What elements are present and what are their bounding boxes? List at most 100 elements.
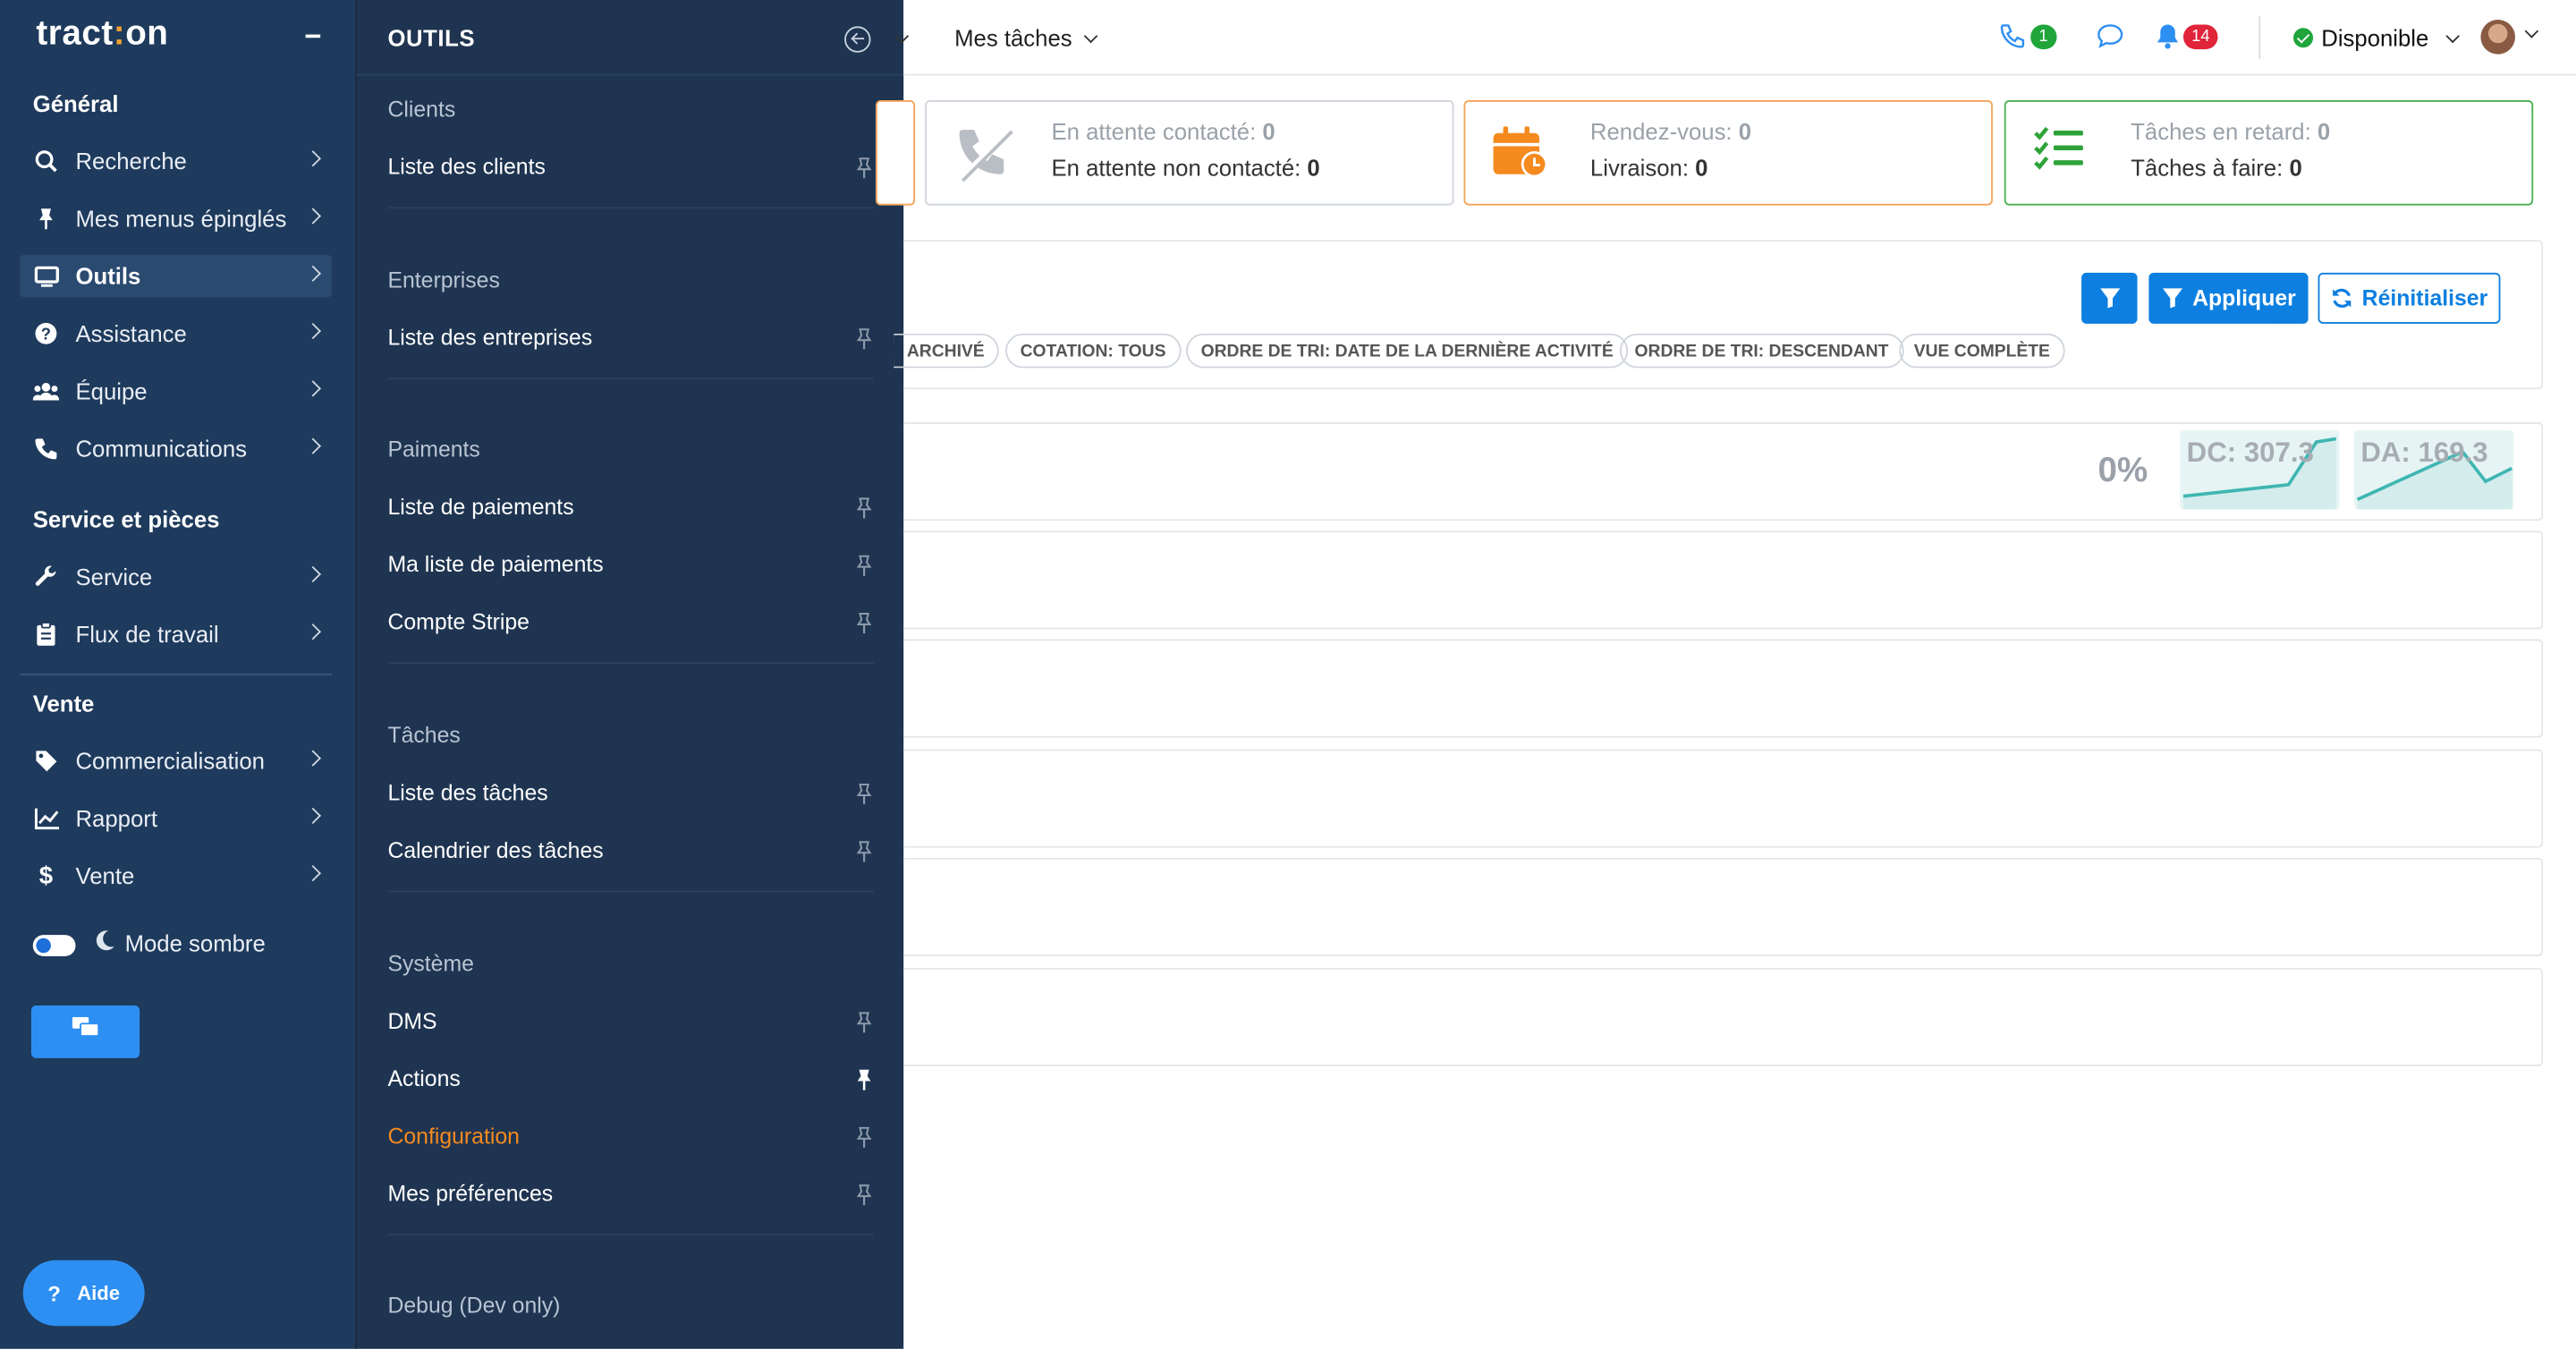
collapse-sidebar-icon[interactable]	[302, 20, 326, 43]
sidebar-item-communications[interactable]: Communications	[20, 428, 332, 471]
sidebar-item-label: Rapport	[75, 804, 157, 832]
flyout-item[interactable]: Calendrier des tâches	[387, 837, 874, 863]
pin-icon[interactable]	[854, 1125, 874, 1149]
flyout-item[interactable]: Liste des entreprises	[387, 326, 874, 351]
top-bar: Mes tâches 1 14 Disponible	[894, 0, 2576, 76]
pin-icon[interactable]	[854, 782, 874, 805]
section-service: Service et pièces	[32, 505, 220, 533]
stat-card-waiting[interactable]: En attente contacté: 0 En attente non co…	[925, 100, 1454, 206]
card-label: En attente contacté:	[1051, 118, 1257, 145]
sidebar-item-assistance[interactable]: ? Assistance	[20, 312, 332, 355]
pin-icon[interactable]	[854, 1068, 874, 1091]
back-arrow-icon[interactable]	[844, 26, 871, 53]
main-sidebar: tract:on Général Recherche Mes menus épi…	[0, 0, 355, 1349]
card-line-1: Tâches en retard: 0	[2131, 118, 2330, 144]
phone-slash-icon	[953, 125, 1018, 192]
sidebar-item-rapport[interactable]: Rapport	[20, 797, 332, 840]
card-value: 0	[1695, 154, 1708, 182]
filter-chip[interactable]: VUE COMPLÈTE	[1899, 333, 2065, 369]
flyout-section-0: Clients	[387, 97, 456, 122]
reset-label: Réinitialiser	[2361, 285, 2488, 311]
flyout-item[interactable]: Liste des tâches	[387, 780, 874, 805]
flyout-item[interactable]: Actions	[387, 1066, 874, 1091]
flyout-item-label: Calendrier des tâches	[387, 837, 604, 863]
pin-icon[interactable]	[854, 1011, 874, 1034]
phone-button[interactable]	[1999, 23, 2025, 58]
pin-icon[interactable]	[854, 611, 874, 634]
stat-card-tasks[interactable]: Tâches en retard: 0 Tâches à faire: 0	[2004, 100, 2534, 206]
flyout-divider	[387, 1234, 875, 1236]
help-button[interactable]: ? Aide	[22, 1260, 145, 1327]
card-label: Tâches à faire:	[2131, 154, 2284, 182]
list-row[interactable]	[903, 857, 2544, 956]
pin-icon[interactable]	[854, 840, 874, 863]
availability-dropdown[interactable]: Disponible	[2293, 25, 2461, 51]
traction-logo[interactable]: tract:on	[36, 15, 168, 55]
notifications-button[interactable]	[2156, 23, 2181, 58]
flyout-item[interactable]: Liste des clients	[387, 155, 874, 179]
flyout-item[interactable]: DMS	[387, 1009, 874, 1034]
filter-chip[interactable]: COTATION: TOUS	[1005, 333, 1181, 369]
da-label: DA: 169.3	[2360, 437, 2488, 469]
filter-icon	[2099, 288, 2120, 309]
list-row[interactable]	[903, 639, 2544, 738]
filter-chip[interactable]: ARCHIVÉ	[894, 333, 1000, 369]
flyout-item-label: Liste de paiements	[387, 494, 574, 520]
card-label: Tâches en retard:	[2131, 118, 2311, 145]
sidebar-item-label: Communications	[75, 435, 247, 462]
chevron-right-icon	[304, 437, 321, 454]
sidebar-divider	[20, 674, 333, 675]
flyout-item[interactable]: Mes préférences	[387, 1182, 874, 1206]
card-value: 0	[2289, 154, 2302, 182]
messages-button[interactable]	[2097, 23, 2124, 58]
filter-toggle-button[interactable]	[2081, 272, 2138, 324]
sidebar-item-equipe[interactable]: Équipe	[20, 369, 332, 412]
sidebar-item-pinned[interactable]: Mes menus épinglés	[20, 197, 332, 240]
flyout-item[interactable]: Ma liste de paiements	[387, 552, 874, 577]
list-row[interactable]	[903, 967, 2544, 1067]
pin-icon[interactable]	[854, 156, 874, 179]
flyout-divider	[387, 207, 875, 209]
my-tasks-dropdown[interactable]: Mes tâches	[954, 25, 1097, 51]
stat-card-appointments[interactable]: Rendez-vous: 0 Livraison: 0	[1463, 100, 1993, 206]
apply-button[interactable]: Appliquer	[2148, 272, 2309, 324]
flyout-item[interactable]: Liste de paiements	[387, 494, 874, 520]
flyout-section-4: Système	[387, 951, 474, 976]
dc-sparkline: DC: 307.3	[2180, 430, 2340, 510]
apply-label: Appliquer	[2192, 285, 2296, 311]
chart-line-icon	[33, 805, 59, 831]
flyout-divider	[387, 890, 875, 893]
reset-button[interactable]: Réinitialiser	[2318, 272, 2501, 324]
chevron-right-icon	[304, 807, 321, 825]
list-row[interactable]	[903, 749, 2544, 848]
phone-icon	[33, 436, 59, 462]
monitor-icon	[33, 263, 59, 289]
sidebar-item-flux[interactable]: Flux de travail	[20, 613, 332, 656]
flyout-item[interactable]: Configuration	[387, 1124, 874, 1149]
chat-button[interactable]	[30, 1005, 140, 1058]
tag-icon	[33, 748, 59, 774]
sidebar-item-commercialisation[interactable]: Commercialisation	[20, 740, 332, 783]
topbar-divider	[2258, 16, 2261, 60]
sidebar-item-service[interactable]: Service	[20, 556, 332, 598]
filter-chip[interactable]: ORDRE DE TRI: DATE DE LA DERNIÈRE ACTIVI…	[1186, 333, 1629, 369]
section-vente: Vente	[32, 690, 95, 717]
question-icon: ?	[33, 320, 59, 346]
card-label: Rendez-vous:	[1589, 118, 1733, 145]
pin-icon[interactable]	[854, 1183, 874, 1206]
chevron-right-icon	[304, 865, 321, 882]
sidebar-item-label: Recherche	[75, 148, 187, 174]
list-row[interactable]	[903, 530, 2544, 630]
dark-mode-toggle[interactable]	[32, 935, 76, 956]
sidebar-item-recherche[interactable]: Recherche	[20, 140, 332, 182]
pin-icon[interactable]	[854, 554, 874, 577]
filter-chip[interactable]: ORDRE DE TRI: DESCENDANT	[1619, 333, 1903, 369]
sidebar-item-vente[interactable]: $ Vente	[20, 854, 332, 897]
flyout-item[interactable]: Compte Stripe	[387, 609, 874, 634]
pin-icon[interactable]	[854, 496, 874, 520]
sidebar-item-outils[interactable]: Outils	[20, 254, 333, 298]
user-avatar[interactable]	[2480, 20, 2515, 55]
pin-icon[interactable]	[854, 327, 874, 351]
chevron-down-icon[interactable]	[2524, 24, 2539, 38]
flyout-item-label: Compte Stripe	[387, 609, 530, 634]
